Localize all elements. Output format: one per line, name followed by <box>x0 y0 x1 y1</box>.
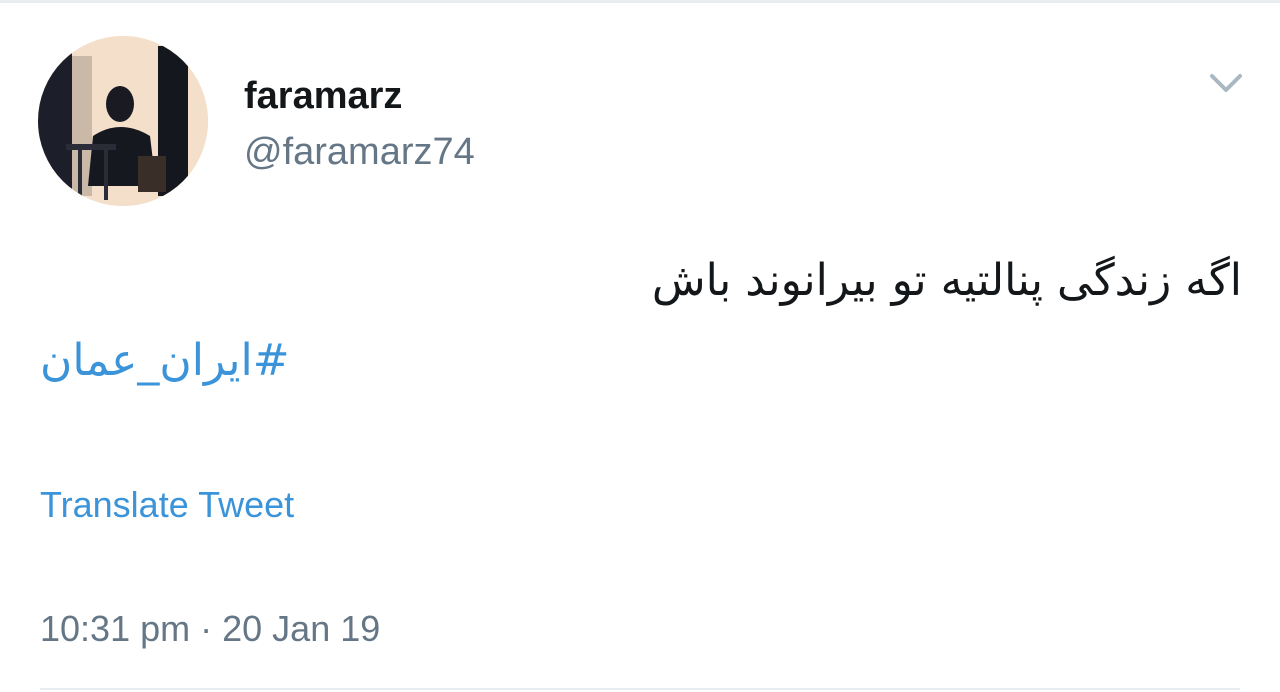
tweet-timestamp: 10:31 pm · 20 Jan 19 <box>40 606 380 652</box>
tweet-text: اگه زندگی پنالتیه تو بیرانوند باش <box>651 255 1242 306</box>
tweet-card: faramarz @faramarz74 اگه زندگی پنالتیه ت… <box>0 0 1280 692</box>
tweet-time: 10:31 pm <box>40 608 191 649</box>
avatar-photo-icon <box>38 36 208 206</box>
user-avatar[interactable] <box>38 36 208 206</box>
tweet-menu-button[interactable] <box>1204 64 1248 104</box>
chevron-down-icon <box>1210 74 1242 92</box>
hashtag-link[interactable]: #ایران_عمان <box>40 326 290 396</box>
tweet-date: 20 Jan 19 <box>222 608 381 649</box>
bottom-divider <box>40 688 1240 690</box>
author-display-name[interactable]: faramarz <box>244 72 402 120</box>
top-divider <box>0 0 1280 3</box>
timestamp-separator: · <box>200 608 213 649</box>
author-handle[interactable]: @faramarz74 <box>244 128 475 176</box>
translate-tweet-link[interactable]: Translate Tweet <box>40 482 294 528</box>
